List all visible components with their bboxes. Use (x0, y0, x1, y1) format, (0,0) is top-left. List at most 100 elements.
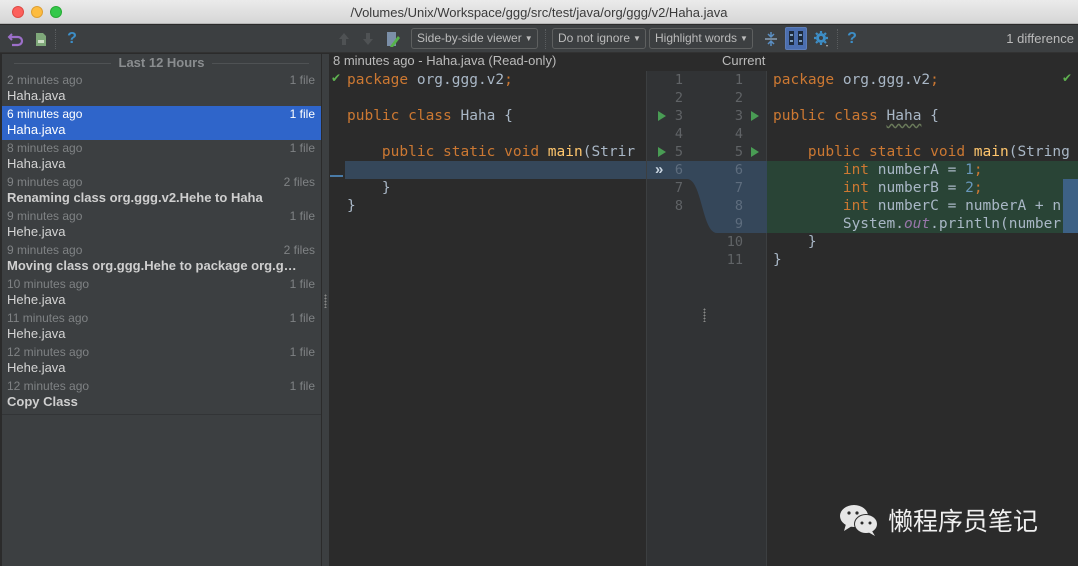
code-line: int numberB = 2; (767, 179, 1078, 197)
deleted-line-highlight (345, 161, 646, 179)
wechat-icon (840, 505, 878, 536)
revision-item[interactable]: 6 minutes ago 1 file Haha.java (2, 106, 321, 140)
function-name: main (547, 144, 583, 160)
revision-item[interactable]: 10 minutes ago 1 file Hehe.java (2, 276, 321, 310)
previous-difference-icon[interactable] (334, 29, 354, 49)
revision-file-count: 1 file (289, 141, 315, 155)
revision-time: 9 minutes ago (7, 175, 83, 189)
history-toolbar: ? (0, 25, 325, 53)
code-line: public class Haha { (330, 107, 646, 125)
revert-icon[interactable] (6, 29, 26, 49)
right-pane-header: Current (722, 53, 766, 68)
revision-item[interactable]: 2 minutes ago 1 file Haha.java (2, 72, 321, 106)
settings-gear-icon[interactable] (812, 29, 832, 49)
synchronize-scrolling-toggle[interactable] (785, 27, 807, 50)
revision-file-count: 1 file (289, 107, 315, 121)
revision-file-count: 2 files (283, 243, 315, 257)
collapse-unchanged-icon[interactable] (761, 29, 781, 49)
revision-name: Hehe.java (7, 360, 66, 375)
code-line: int numberA = 1; (767, 161, 1078, 179)
code-line: int numberC = numberA + n (767, 197, 1078, 215)
chevron-down-icon: ▼ (524, 34, 533, 43)
revision-item[interactable]: 9 minutes ago 2 files Renaming class org.g… (2, 174, 321, 208)
number-literal: 2 (965, 180, 974, 196)
revision-file-count: 1 file (289, 277, 315, 291)
code-token: } (347, 198, 356, 214)
code-token: org.ggg.v2 (834, 72, 931, 88)
toolbar-separator (55, 29, 56, 49)
create-patch-icon[interactable] (31, 29, 51, 49)
next-difference-icon[interactable] (358, 29, 378, 49)
revision-name: Moving class org.ggg.Hehe to package org… (7, 258, 297, 273)
code-line: } (330, 179, 646, 197)
code-line: package org.ggg.v2; (767, 71, 1078, 89)
apply-to-right-chevron-icon[interactable]: » (655, 161, 663, 179)
revision-time: 11 minutes ago (7, 311, 89, 325)
revision-name: Haha.java (7, 122, 66, 137)
left-editor[interactable]: package org.ggg.v2; public class Haha { … (330, 71, 646, 566)
panel-splitter[interactable] (322, 54, 330, 566)
keyword: int (842, 180, 870, 196)
revision-group-header: Last 12 Hours (2, 54, 321, 72)
code-token: Haha { (451, 108, 513, 124)
revision-item[interactable]: 12 minutes ago 1 file Hehe.java (2, 344, 321, 378)
list-divider (2, 414, 321, 415)
code-token: ; (930, 72, 939, 88)
left-line-number: 2 (674, 90, 683, 106)
revision-item[interactable]: 9 minutes ago 2 files Moving class org.ggg… (2, 242, 321, 276)
revision-time: 6 minutes ago (7, 107, 83, 121)
edit-source-icon[interactable] (383, 29, 403, 49)
help-icon[interactable]: ? (842, 29, 862, 49)
code-token: numberC = numberA + n (869, 198, 1062, 214)
diff-gutter: 12345678 1 2 3 4 5 6 7 8 9 10 11 » (646, 71, 768, 566)
help-icon[interactable]: ? (62, 29, 82, 49)
keyword: public class (773, 108, 878, 124)
revision-list: 2 minutes ago 1 file Haha.java 6 minutes ag… (2, 72, 321, 412)
highlight-mode-label: Highlight words (655, 31, 738, 45)
right-editor[interactable]: package org.ggg.v2; public class Haha { … (767, 71, 1078, 566)
revision-item[interactable]: 8 minutes ago 1 file Haha.java (2, 140, 321, 174)
code-line: public static void main(String (767, 143, 1078, 161)
ignore-whitespace-dropdown[interactable]: Do not ignore ▼ (552, 28, 646, 49)
revision-history-panel: Last 12 Hours 2 minutes ago 1 file Haha.ja… (2, 54, 322, 566)
keyword: package (773, 72, 835, 88)
chevron-down-icon: ▼ (633, 34, 641, 43)
code-token: ; (504, 72, 513, 88)
left-line-number: 1 (674, 72, 683, 88)
code-line: } (767, 251, 1078, 269)
code-token: { (921, 108, 939, 124)
revision-item[interactable]: 11 minutes ago 1 file Hehe.java (2, 310, 321, 344)
revision-item[interactable]: 9 minutes ago 1 file Hehe.java (2, 208, 321, 242)
apply-change-arrow-icon[interactable] (658, 147, 666, 157)
revision-name: Haha.java (7, 88, 66, 103)
apply-change-arrow-icon[interactable] (658, 111, 666, 121)
revision-item[interactable]: 12 minutes ago 1 file Copy Class (2, 378, 321, 412)
left-line-number: 4 (674, 126, 683, 142)
code-line: public static void main(Strir (330, 143, 646, 161)
code-token: (String (1008, 144, 1070, 160)
apply-change-arrow-icon[interactable] (751, 147, 759, 157)
code-token: System. (842, 216, 904, 232)
keyword: int (842, 162, 870, 178)
highlight-mode-dropdown[interactable]: Highlight words ▼ (649, 28, 753, 49)
apply-change-arrow-icon[interactable] (751, 111, 759, 121)
revision-name: Hehe.java (7, 326, 66, 341)
watermark-text: 懒程序员笔记 (888, 507, 1039, 536)
viewer-mode-dropdown[interactable]: Side-by-side viewer ▼ (411, 28, 538, 49)
code-line: public class Haha { (767, 107, 1078, 125)
splitter-grip-icon[interactable] (703, 308, 706, 322)
revision-file-count: 1 file (289, 345, 315, 359)
revision-file-count: 1 file (289, 209, 315, 223)
code-token: (Strir (582, 144, 636, 160)
keyword: int (842, 198, 870, 214)
revision-name: Copy Class (7, 394, 78, 409)
code-token: org.ggg.v2 (408, 72, 505, 88)
splitter-grip-icon (324, 294, 327, 308)
change-marker (330, 175, 343, 177)
left-line-number: 7 (674, 180, 683, 196)
code-line: System.out.println(number (767, 215, 1078, 233)
